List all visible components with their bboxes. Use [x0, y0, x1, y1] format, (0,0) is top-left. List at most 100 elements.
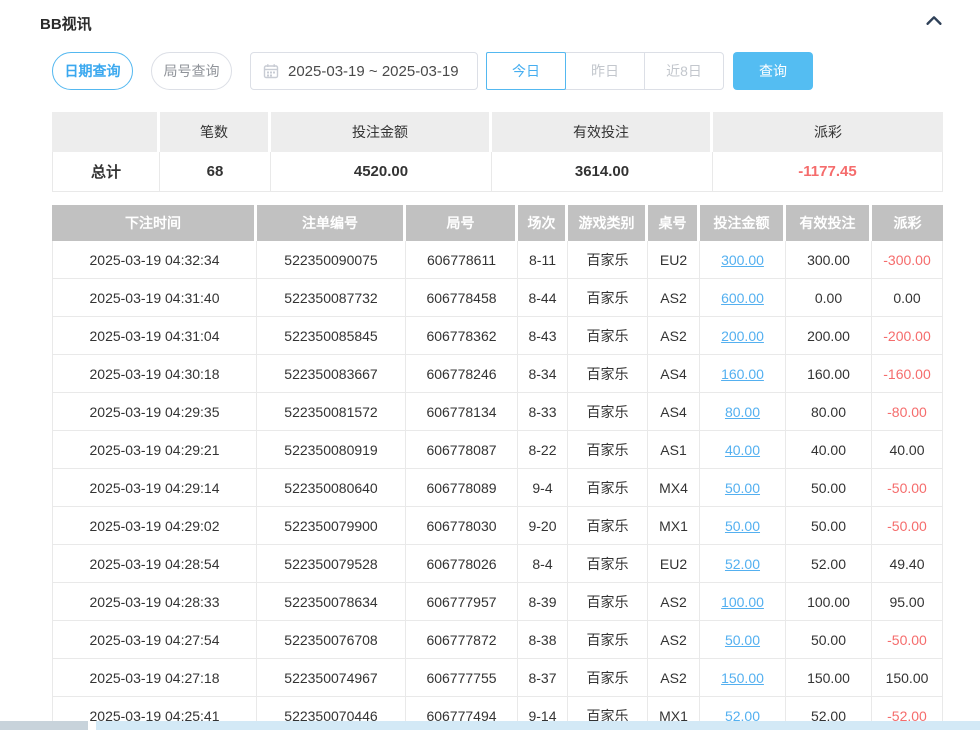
- cell-bet-number: 522350090075: [257, 241, 406, 279]
- cell-game-type: 百家乐: [568, 279, 648, 317]
- cell-bet-number: 522350083667: [257, 355, 406, 393]
- summary-table: 笔数投注金额有效投注派彩 总计 68 4520.00 3614.00 -1177…: [52, 112, 943, 192]
- records-header-row: 下注时间注单编号局号场次游戏类别桌号投注金额有效投注派彩: [52, 205, 943, 241]
- date-range-picker[interactable]: 2025-03-19 ~ 2025-03-19: [250, 52, 478, 90]
- records-header-cell: 局号: [406, 205, 518, 241]
- bet-amount-link[interactable]: 40.00: [725, 442, 760, 458]
- cell-session: 8-43: [518, 317, 568, 355]
- cell-session: 8-4: [518, 545, 568, 583]
- quick-btn-yesterday[interactable]: 昨日: [565, 52, 645, 90]
- summary-header-row: 笔数投注金额有效投注派彩: [52, 112, 943, 152]
- cell-table-number: EU2: [648, 545, 700, 583]
- collapse-panel-button[interactable]: [922, 11, 946, 35]
- summary-header-cell: 笔数: [160, 112, 271, 152]
- table-row: 2025-03-19 04:27:18522350074967606777755…: [52, 659, 943, 697]
- cell-bet-time: 2025-03-19 04:27:18: [52, 659, 257, 697]
- quick-range-group: 今日 昨日 近8日: [486, 52, 724, 90]
- cell-session: 8-34: [518, 355, 568, 393]
- bet-amount-link[interactable]: 200.00: [721, 328, 764, 344]
- bet-amount-link[interactable]: 52.00: [725, 556, 760, 572]
- bet-amount-link[interactable]: 50.00: [725, 632, 760, 648]
- cell-table-number: AS2: [648, 659, 700, 697]
- summary-total-row: 总计 68 4520.00 3614.00 -1177.45: [52, 152, 943, 192]
- table-row: 2025-03-19 04:29:14522350080640606778089…: [52, 469, 943, 507]
- cell-payout: -50.00: [872, 507, 943, 545]
- quick-btn-last8days[interactable]: 近8日: [644, 52, 724, 90]
- cell-payout: -50.00: [872, 621, 943, 659]
- cell-session: 8-11: [518, 241, 568, 279]
- summary-header-cell: [52, 112, 160, 152]
- bet-amount-link[interactable]: 300.00: [721, 252, 764, 268]
- cell-valid-bet: 50.00: [786, 507, 872, 545]
- cell-bet-number: 522350078634: [257, 583, 406, 621]
- cell-table-number: AS4: [648, 393, 700, 431]
- cell-table-number: AS4: [648, 355, 700, 393]
- cell-valid-bet: 100.00: [786, 583, 872, 621]
- bet-amount-link[interactable]: 50.00: [725, 480, 760, 496]
- cell-bet-amount: 52.00: [700, 545, 786, 583]
- records-header-cell: 下注时间: [52, 205, 257, 241]
- records-header-cell: 注单编号: [257, 205, 406, 241]
- calendar-icon: [263, 63, 279, 79]
- chevron-up-icon: [923, 10, 945, 37]
- cell-round-number: 606778362: [406, 317, 518, 355]
- cell-round-number: 606778134: [406, 393, 518, 431]
- summary-payout: -1177.45: [713, 152, 943, 192]
- summary-total-label: 总计: [52, 152, 160, 192]
- cell-payout: -300.00: [872, 241, 943, 279]
- titlebar: BB视讯: [40, 11, 946, 35]
- cell-bet-amount: 100.00: [700, 583, 786, 621]
- bet-amount-link[interactable]: 150.00: [721, 670, 764, 686]
- cell-game-type: 百家乐: [568, 583, 648, 621]
- cell-payout: 95.00: [872, 583, 943, 621]
- table-row: 2025-03-19 04:30:18522350083667606778246…: [52, 355, 943, 393]
- round-query-tab[interactable]: 局号查询: [151, 52, 232, 90]
- records-header-cell: 投注金额: [700, 205, 786, 241]
- cell-game-type: 百家乐: [568, 431, 648, 469]
- cell-round-number: 606777755: [406, 659, 518, 697]
- cell-bet-amount: 150.00: [700, 659, 786, 697]
- cell-payout: 0.00: [872, 279, 943, 317]
- cell-table-number: AS2: [648, 317, 700, 355]
- quick-btn-today[interactable]: 今日: [486, 52, 566, 90]
- cell-table-number: MX1: [648, 507, 700, 545]
- cell-bet-number: 522350080640: [257, 469, 406, 507]
- cell-bet-amount: 50.00: [700, 621, 786, 659]
- bet-amount-link[interactable]: 50.00: [725, 518, 760, 534]
- horizontal-scrollbar-track[interactable]: [96, 721, 980, 730]
- cell-bet-amount: 80.00: [700, 393, 786, 431]
- horizontal-scrollbar-thumb[interactable]: [0, 721, 88, 730]
- summary-count: 68: [160, 152, 271, 192]
- bet-amount-link[interactable]: 100.00: [721, 594, 764, 610]
- bb-video-panel: BB视讯 日期查询 局号查询 2025-03-19 ~ 2025-03-19 今…: [0, 0, 980, 730]
- cell-session: 8-37: [518, 659, 568, 697]
- date-range-value: 2025-03-19 ~ 2025-03-19: [288, 63, 459, 80]
- bet-amount-link[interactable]: 160.00: [721, 366, 764, 382]
- cell-bet-number: 522350085845: [257, 317, 406, 355]
- cell-payout: -50.00: [872, 469, 943, 507]
- cell-round-number: 606778611: [406, 241, 518, 279]
- cell-bet-amount: 40.00: [700, 431, 786, 469]
- cell-session: 9-20: [518, 507, 568, 545]
- filter-bar: 日期查询 局号查询 2025-03-19 ~ 2025-03-19 今日 昨日 …: [52, 52, 813, 90]
- cell-bet-number: 522350074967: [257, 659, 406, 697]
- cell-bet-number: 522350087732: [257, 279, 406, 317]
- cell-table-number: MX4: [648, 469, 700, 507]
- cell-table-number: AS2: [648, 621, 700, 659]
- cell-bet-amount: 160.00: [700, 355, 786, 393]
- records-header-cell: 桌号: [648, 205, 700, 241]
- bet-amount-link[interactable]: 600.00: [721, 290, 764, 306]
- date-query-tab[interactable]: 日期查询: [52, 52, 133, 90]
- cell-bet-number: 522350080919: [257, 431, 406, 469]
- search-button[interactable]: 查询: [733, 52, 813, 90]
- cell-payout: 40.00: [872, 431, 943, 469]
- cell-bet-time: 2025-03-19 04:31:04: [52, 317, 257, 355]
- cell-bet-amount: 50.00: [700, 469, 786, 507]
- cell-valid-bet: 150.00: [786, 659, 872, 697]
- cell-payout: 49.40: [872, 545, 943, 583]
- bet-amount-link[interactable]: 80.00: [725, 404, 760, 420]
- cell-round-number: 606777872: [406, 621, 518, 659]
- cell-bet-number: 522350079528: [257, 545, 406, 583]
- cell-bet-amount: 50.00: [700, 507, 786, 545]
- cell-bet-time: 2025-03-19 04:28:33: [52, 583, 257, 621]
